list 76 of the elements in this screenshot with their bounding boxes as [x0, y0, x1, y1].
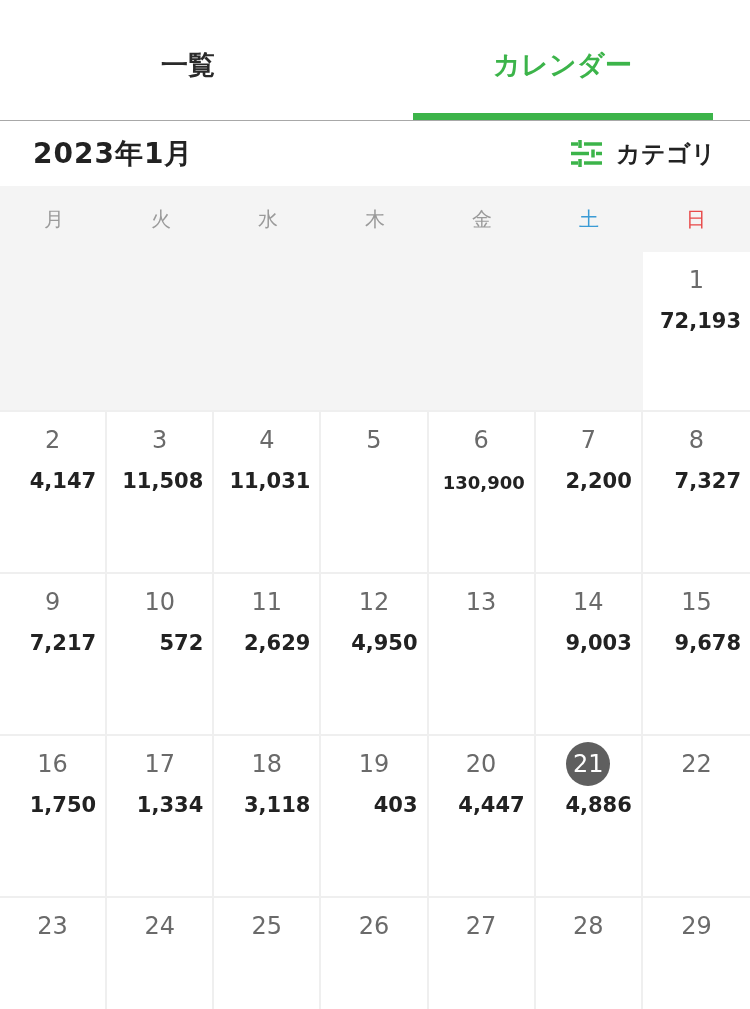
day-amount: 7,327 — [674, 468, 741, 495]
day-amount: 11,508 — [122, 468, 204, 495]
day-amount: 9,678 — [674, 630, 741, 657]
day-amount: 9,003 — [565, 630, 632, 657]
day-number: 20 — [464, 749, 498, 780]
day-number: 3 — [151, 425, 169, 456]
day-cell[interactable]: 7 2,200 — [535, 412, 643, 574]
day-number: 25 — [250, 911, 284, 942]
weekday-label: 木 — [365, 205, 385, 233]
day-number: 16 — [36, 749, 69, 780]
weekday-label: 火 — [150, 205, 171, 233]
weekday-label: 水 — [257, 205, 278, 233]
day-number: 12 — [357, 587, 391, 618]
day-cell[interactable]: 12 4,950 — [321, 574, 429, 736]
sliders-icon — [571, 140, 602, 167]
weekday-label: 土 — [579, 205, 600, 233]
day-number: 13 — [464, 587, 498, 618]
day-cell[interactable]: 3 11,508 — [107, 412, 215, 574]
weekday-label: 金 — [472, 205, 493, 233]
day-number: 23 — [36, 911, 69, 942]
day-number: 2 — [43, 425, 62, 456]
day-number: 17 — [143, 749, 176, 780]
day-amount: 72,193 — [659, 308, 741, 335]
day-amount: 4,950 — [351, 630, 418, 657]
weekday-label: 日 — [686, 205, 707, 233]
day-cell[interactable]: 19 403 — [321, 736, 429, 898]
day-number: 14 — [572, 587, 605, 618]
day-cell[interactable]: 21 4,886 — [535, 736, 643, 898]
day-number: 28 — [572, 911, 605, 942]
day-cell[interactable]: 13 — [428, 574, 536, 736]
day-cell[interactable]: 18 3,118 — [214, 736, 322, 898]
day-amount: 4,147 — [29, 468, 97, 495]
day-number: 19 — [357, 749, 391, 780]
day-number: 7 — [579, 425, 597, 456]
day-number: 6 — [472, 425, 490, 456]
day-cell[interactable]: 6 130,900 — [428, 412, 536, 574]
day-cell[interactable]: 2 4,147 — [0, 412, 108, 574]
day-amount: 11,031 — [229, 468, 311, 495]
day-amount: 130,900 — [442, 471, 525, 495]
day-amount: 3,118 — [244, 792, 311, 819]
day-number: 29 — [680, 911, 713, 942]
day-number: 26 — [357, 911, 391, 942]
day-number: 22 — [680, 749, 713, 780]
day-cell[interactable]: 5 — [321, 412, 429, 574]
day-number: 10 — [143, 587, 176, 618]
day-number: 5 — [365, 425, 383, 456]
day-number: 11 — [250, 587, 284, 618]
day-number: 24 — [143, 911, 176, 942]
day-cell[interactable]: 20 4,447 — [428, 736, 536, 898]
day-number: 8 — [687, 425, 706, 456]
day-number: 4 — [258, 425, 276, 456]
day-number: 15 — [680, 587, 713, 618]
day-cell[interactable]: 16 1,750 — [0, 736, 108, 898]
month-title: 2023年1月 — [33, 135, 194, 172]
day-cell[interactable]: 17 1,334 — [107, 736, 215, 898]
day-amount: 1,750 — [29, 792, 97, 819]
day-amount: 403 — [373, 792, 418, 819]
day-number: 1 — [687, 265, 706, 296]
weekday-label: 月 — [43, 205, 64, 233]
day-cell[interactable]: 9 7,217 — [0, 574, 108, 736]
day-number: 27 — [464, 911, 498, 942]
day-amount: 2,629 — [244, 630, 311, 657]
category-button[interactable]: カテゴリ — [571, 137, 716, 170]
day-cell[interactable]: 14 9,003 — [535, 574, 643, 736]
day-amount: 2,200 — [565, 468, 632, 495]
day-number: 18 — [250, 749, 284, 780]
day-cell[interactable]: 10 572 — [107, 574, 215, 736]
day-amount: 4,886 — [565, 792, 632, 819]
day-number: 21 — [566, 742, 611, 786]
day-amount: 1,334 — [136, 792, 204, 819]
day-amount: 572 — [159, 630, 204, 657]
day-number: 9 — [43, 587, 62, 618]
day-amount: 4,447 — [458, 792, 525, 819]
day-cell[interactable]: 11 2,629 — [214, 574, 322, 736]
day-amount: 7,217 — [29, 630, 97, 657]
day-cell[interactable]: 4 11,031 — [214, 412, 322, 574]
